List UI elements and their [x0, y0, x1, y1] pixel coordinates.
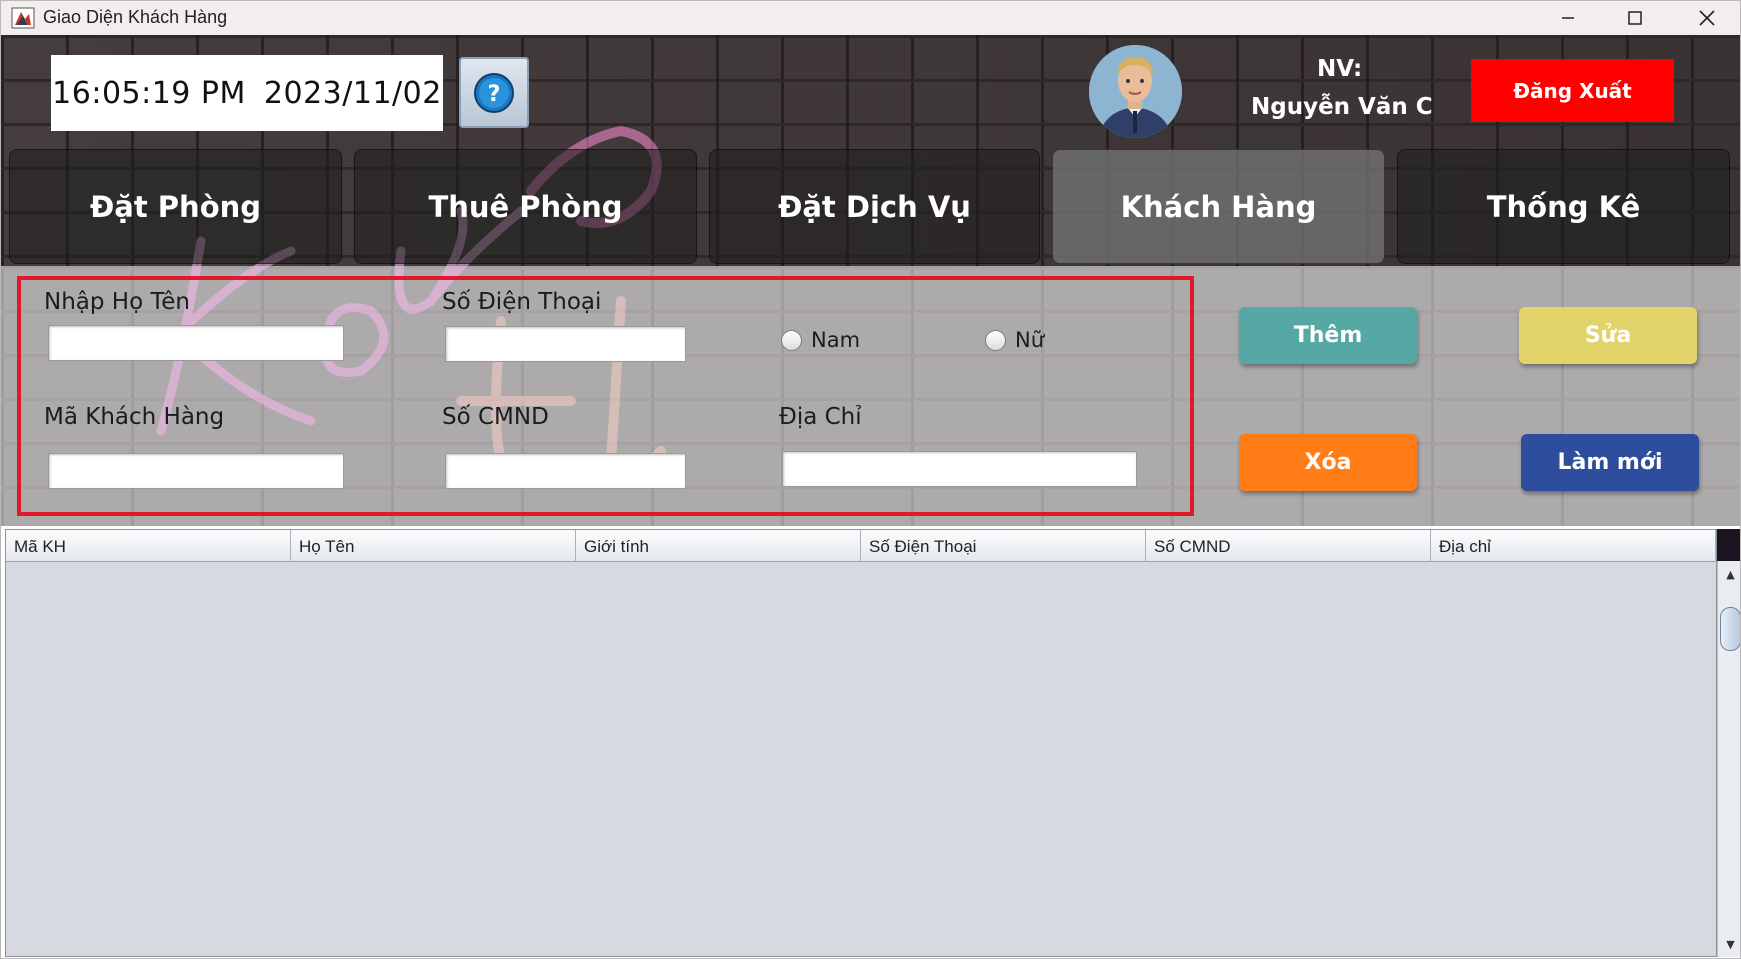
staff-avatar	[1089, 45, 1182, 138]
table-header: Mã KH Họ Tên Giới tính Số Điện Thoại Số …	[6, 530, 1716, 562]
delete-button[interactable]: Xóa	[1239, 434, 1417, 491]
clock-display: 16:05:19 PM 2023/11/02	[51, 55, 443, 131]
help-button[interactable]: ?	[459, 57, 529, 128]
window-title: Giao Diện Khách Hàng	[43, 7, 228, 27]
gender-female-radio[interactable]: Nữ	[985, 328, 1044, 352]
clock-time: 16:05:19 PM	[52, 75, 246, 111]
customer-id-input[interactable]	[48, 453, 344, 489]
minimize-icon	[1562, 17, 1574, 19]
gender-male-label: Nam	[811, 328, 861, 352]
scroll-down-icon[interactable]: ▼	[1718, 935, 1740, 953]
logout-button[interactable]: Đăng Xuất	[1471, 59, 1674, 122]
tab-thong-ke[interactable]: Thống Kê	[1397, 149, 1730, 264]
name-label: Nhập Họ Tên	[44, 289, 191, 315]
column-header-ho-ten[interactable]: Họ Tên	[291, 530, 576, 562]
refresh-button[interactable]: Làm mới	[1521, 434, 1699, 491]
title-bar: Giao Diện Khách Hàng	[1, 1, 1740, 35]
gender-male-radio[interactable]: Nam	[781, 328, 860, 352]
table-scrollbar[interactable]: ▲ ▼	[1717, 561, 1740, 957]
scroll-thumb[interactable]	[1720, 607, 1740, 651]
cmnd-label: Số CMND	[442, 404, 549, 430]
column-header-so-cmnd[interactable]: Số CMND	[1146, 530, 1431, 562]
scroll-up-icon[interactable]: ▲	[1718, 565, 1740, 583]
help-icon: ?	[474, 72, 514, 113]
radio-circle-icon	[985, 329, 1006, 351]
edit-button[interactable]: Sửa	[1519, 307, 1697, 364]
phone-input[interactable]	[445, 326, 686, 362]
help-icon-glyph: ?	[488, 82, 501, 107]
tab-dat-phong[interactable]: Đặt Phòng	[9, 149, 342, 264]
maximize-icon	[1628, 11, 1642, 25]
java-app-icon	[11, 7, 35, 29]
name-input[interactable]	[48, 325, 344, 361]
staff-name: Nguyễn Văn C	[1251, 94, 1433, 120]
tab-khach-hang[interactable]: Khách Hàng	[1052, 149, 1385, 264]
phone-label: Số Điện Thoại	[442, 289, 602, 315]
add-button[interactable]: Thêm	[1239, 307, 1417, 364]
radio-circle-icon	[781, 329, 802, 351]
close-button[interactable]	[1675, 1, 1739, 35]
column-header-gioi-tinh[interactable]: Giới tính	[576, 530, 861, 562]
column-header-so-dien-thoai[interactable]: Số Điện Thoại	[861, 530, 1146, 562]
minimize-button[interactable]	[1536, 1, 1600, 35]
close-icon	[1699, 10, 1715, 26]
tab-thue-phong[interactable]: Thuê Phòng	[354, 149, 697, 264]
maximize-button[interactable]	[1603, 1, 1667, 35]
customer-table[interactable]: Mã KH Họ Tên Giới tính Số Điện Thoại Số …	[5, 529, 1717, 957]
table-corner	[1717, 529, 1740, 561]
app-window: Giao Diện Khách Hàng 16:05:19 PM 2023/11…	[0, 0, 1741, 959]
customer-id-label: Mã Khách Hàng	[44, 404, 225, 430]
cmnd-input[interactable]	[445, 453, 686, 489]
address-label: Địa Chỉ	[779, 404, 862, 430]
column-header-ma-kh[interactable]: Mã KH	[6, 530, 291, 562]
column-header-dia-chi[interactable]: Địa chỉ	[1431, 530, 1716, 562]
staff-label: NV:	[1317, 56, 1363, 82]
gender-female-label: Nữ	[1015, 328, 1045, 352]
clock-date: 2023/11/02	[263, 75, 442, 111]
address-input[interactable]	[782, 451, 1137, 487]
tab-dat-dich-vu[interactable]: Đặt Dịch Vụ	[709, 149, 1040, 264]
